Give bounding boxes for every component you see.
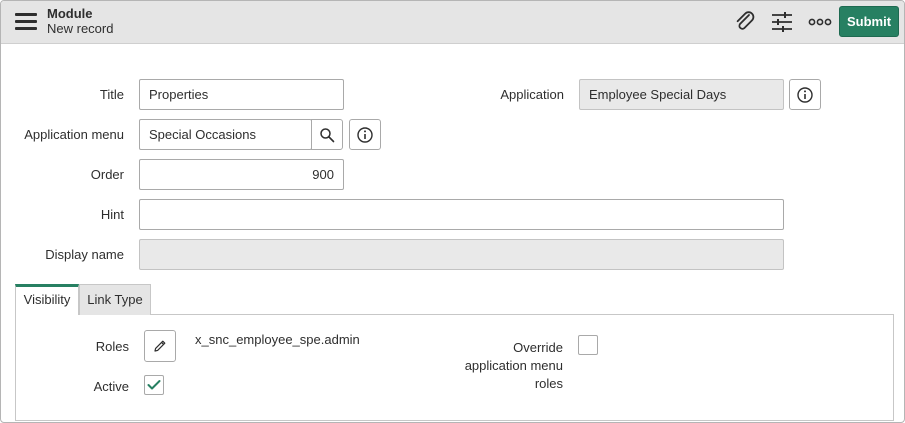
title-label: Title [99, 87, 124, 102]
order-label: Order [90, 167, 124, 182]
attachment-icon[interactable] [732, 10, 758, 34]
form-header: Module New record Submit [1, 1, 904, 44]
override-roles-checkbox[interactable] [578, 335, 598, 355]
order-input[interactable]: 900 [139, 159, 344, 190]
application-menu-label: Application menu [24, 127, 124, 142]
tab-link-type[interactable]: Link Type [79, 284, 151, 315]
application-info-button[interactable] [789, 79, 821, 110]
override-roles-label: Override application menu roles [464, 340, 563, 391]
title-input[interactable]: Properties [139, 79, 344, 110]
display-name-field [139, 239, 784, 270]
module-label: Module [47, 6, 93, 21]
application-menu-lookup-button[interactable] [311, 119, 343, 150]
application-field: Employee Special Days [579, 79, 784, 110]
submit-button[interactable]: Submit [839, 6, 899, 37]
pencil-icon [154, 340, 166, 352]
info-icon [797, 86, 813, 103]
tab-visibility[interactable]: Visibility [15, 284, 79, 315]
header-titles: Module New record [47, 6, 113, 36]
application-menu-input[interactable]: Special Occasions [139, 119, 312, 150]
roles-label: Roles [95, 339, 129, 354]
settings-sliders-icon[interactable] [769, 10, 795, 34]
display-name-label: Display name [45, 247, 124, 262]
roles-value: x_snc_employee_spe.admin [195, 332, 360, 347]
hint-label: Hint [100, 207, 124, 222]
edit-roles-button[interactable] [144, 330, 176, 362]
hint-input[interactable] [139, 199, 784, 230]
record-label: New record [47, 21, 114, 36]
menu-icon[interactable] [15, 13, 37, 31]
checkmark-icon [147, 380, 161, 390]
active-checkbox[interactable] [144, 375, 164, 395]
application-label: Application [500, 87, 564, 102]
application-menu-info-button[interactable] [349, 119, 381, 150]
info-icon [357, 126, 373, 143]
search-icon [320, 127, 335, 142]
more-options-icon[interactable] [807, 10, 833, 34]
active-label: Active [93, 379, 129, 394]
record-form-window: Module New record Submit Title Propertie… [0, 0, 905, 423]
